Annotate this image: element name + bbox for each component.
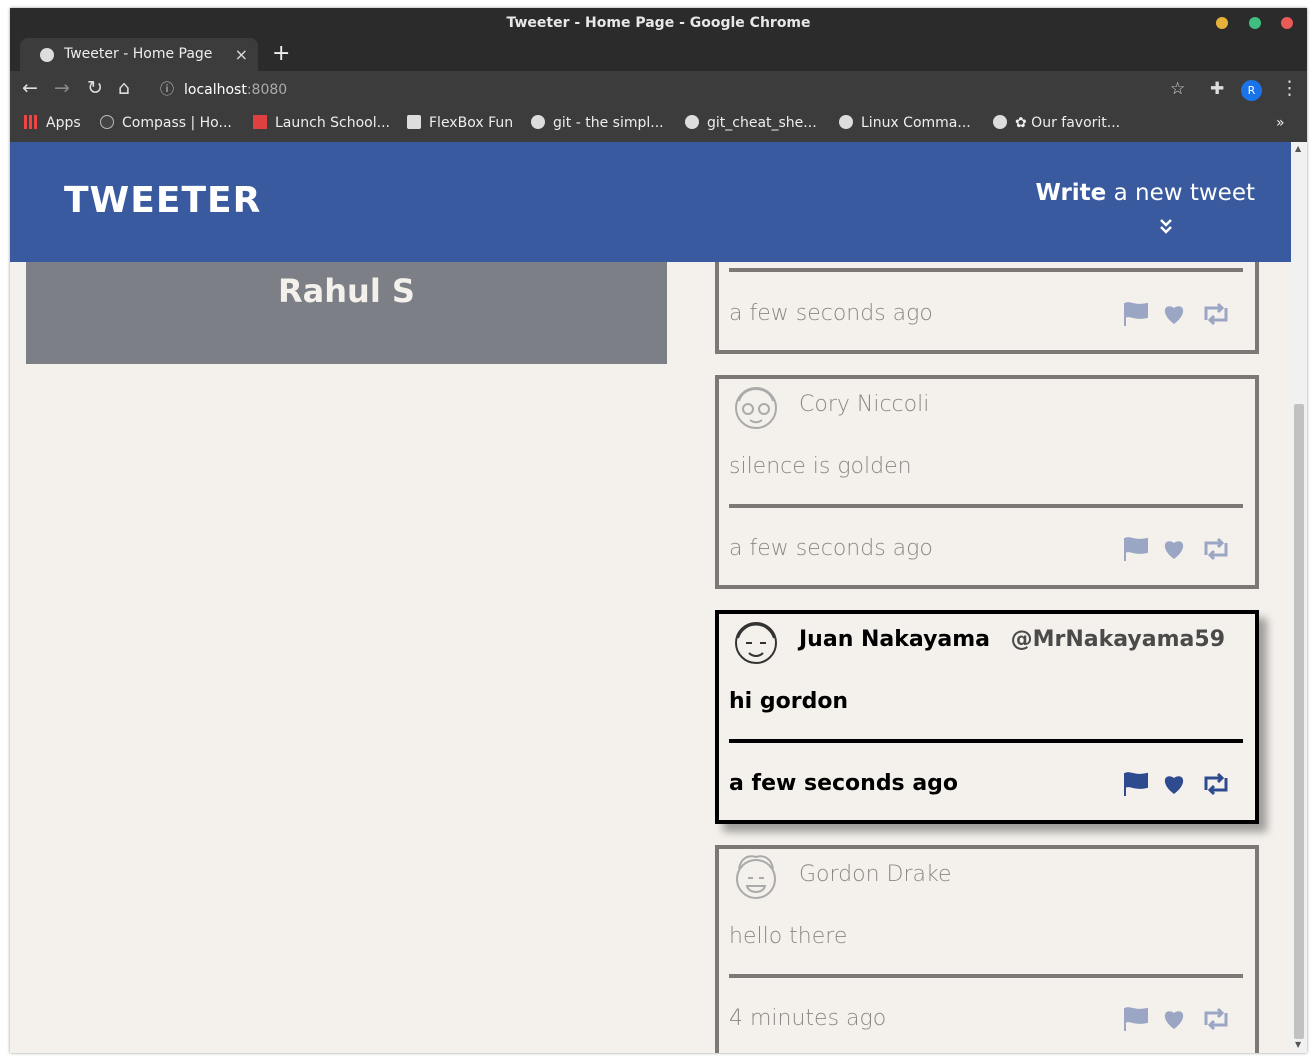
tweet-actions: [1123, 1007, 1243, 1035]
back-icon[interactable]: ←: [22, 77, 38, 99]
scrollbar-thumb[interactable]: [1294, 404, 1304, 1039]
tweet-text: silence is golden: [729, 454, 912, 479]
address-bar[interactable]: ⓘ localhost:8080: [156, 77, 1156, 103]
tab-strip: Tweeter - Home Page × +: [10, 38, 1307, 71]
close-window-button[interactable]: [1281, 17, 1293, 29]
tweet-actions: [1123, 537, 1243, 565]
scroll-down-arrow-icon[interactable]: ▼: [1295, 1040, 1301, 1049]
info-icon[interactable]: ⓘ: [160, 77, 174, 103]
bookmark-launch-school[interactable]: Launch School...: [253, 109, 390, 137]
bookmark-git-cheat[interactable]: git_cheat_she...: [685, 109, 817, 137]
globe-icon: [40, 48, 54, 62]
avatar-icon: [736, 855, 776, 899]
compose-bold: Write: [1035, 180, 1107, 206]
browser-toolbar: ← → ↻ ⌂ ⓘ localhost:8080 ☆ ✚ R ⋮: [10, 71, 1307, 109]
bookmark-git[interactable]: git - the simpl...: [531, 109, 664, 137]
tweet-actions: [1123, 772, 1243, 800]
home-icon[interactable]: ⌂: [118, 77, 130, 99]
maximize-button[interactable]: [1249, 17, 1261, 29]
page-content: Rahul S a few seconds ago Cory Niccoli s…: [10, 142, 1291, 1053]
tab-title: Tweeter - Home Page: [64, 46, 213, 62]
url-port: :8080: [246, 82, 288, 98]
tweet-card: Cory Niccoli silence is golden a few sec…: [715, 375, 1259, 589]
compose-toggle[interactable]: Write a new tweet: [1035, 180, 1255, 206]
tweet-divider: [729, 974, 1243, 978]
bookmarks-overflow[interactable]: »: [1276, 109, 1285, 137]
new-tab-button[interactable]: +: [272, 38, 290, 70]
bookmark-flexbox[interactable]: FlexBox Fun: [407, 109, 513, 137]
launch-school-icon: [253, 115, 267, 129]
retweet-icon[interactable]: [1201, 772, 1231, 800]
browser-window: Tweeter - Home Page - Google Chrome Twee…: [10, 8, 1307, 1053]
tweet-time: a few seconds ago: [729, 301, 933, 326]
heart-icon[interactable]: [1161, 537, 1187, 565]
tweet-author-name: Gordon Drake: [799, 862, 952, 887]
url-host: localhost: [184, 82, 247, 98]
globe-icon: [993, 115, 1007, 129]
compose-text: a new tweet: [1106, 180, 1255, 206]
top-nav: TWEETER Write a new tweet: [10, 142, 1291, 262]
tweet-divider: [729, 268, 1243, 272]
heart-icon[interactable]: [1161, 1007, 1187, 1035]
bookmark-apps[interactable]: Apps: [24, 109, 81, 137]
flag-icon[interactable]: [1123, 772, 1149, 800]
bookmark-favorites[interactable]: ✿ Our favorit...: [993, 109, 1120, 137]
retweet-icon[interactable]: [1201, 302, 1231, 330]
tab-tweeter[interactable]: Tweeter - Home Page ×: [20, 38, 258, 71]
bookmarks-bar: Apps Compass | Ho... Launch School... Fl…: [10, 109, 1307, 142]
scroll-up-arrow-icon[interactable]: ▲: [1295, 144, 1301, 153]
tweet-divider: [729, 504, 1243, 508]
heart-icon[interactable]: [1161, 302, 1187, 330]
bookmark-star-icon[interactable]: ☆: [1170, 79, 1185, 99]
flag-icon[interactable]: [1123, 1007, 1149, 1035]
tweet-author-name: Cory Niccoli: [799, 392, 930, 417]
tweet-author-name: Juan Nakayama: [799, 627, 991, 652]
avatar-icon: [735, 387, 777, 429]
reload-icon[interactable]: ↻: [87, 77, 103, 99]
tweet-time: a few seconds ago: [729, 771, 959, 796]
profile-avatar[interactable]: R: [1241, 80, 1262, 101]
double-chevron-down-icon[interactable]: [1159, 218, 1173, 236]
brand-logo[interactable]: TWEETER: [64, 180, 261, 221]
tweet-divider: [729, 739, 1243, 743]
flag-icon[interactable]: [1123, 537, 1149, 565]
extensions-icon[interactable]: ✚: [1210, 79, 1224, 99]
page-scrollbar[interactable]: ▲ ▼: [1291, 142, 1307, 1053]
heart-icon[interactable]: [1161, 772, 1187, 800]
bookmark-linux[interactable]: Linux Comma...: [839, 109, 971, 137]
minimize-button[interactable]: [1216, 17, 1228, 29]
retweet-icon[interactable]: [1201, 537, 1231, 565]
globe-icon: [685, 115, 699, 129]
bookmark-compass[interactable]: Compass | Ho...: [100, 109, 232, 137]
compass-icon: [100, 115, 114, 129]
tweet-text: hello there: [729, 924, 848, 949]
window-title: Tweeter - Home Page - Google Chrome: [506, 15, 811, 31]
profile-name: Rahul S: [278, 272, 415, 310]
forward-icon[interactable]: →: [54, 77, 70, 99]
tweet-time: a few seconds ago: [729, 536, 933, 561]
tweet-author-handle: @MrNakayama59: [1010, 627, 1225, 652]
tweet-actions: [1123, 302, 1243, 330]
apps-grid-icon: [24, 115, 38, 129]
flag-icon[interactable]: [1123, 302, 1149, 330]
globe-icon: [839, 115, 853, 129]
window-titlebar: Tweeter - Home Page - Google Chrome: [10, 8, 1307, 38]
close-tab-icon[interactable]: ×: [235, 38, 248, 71]
menu-kebab-icon[interactable]: ⋮: [1280, 77, 1299, 99]
flexbox-icon: [407, 115, 421, 129]
avatar-icon: [735, 622, 777, 664]
tweet-card: Gordon Drake hello there 4 minutes ago: [715, 845, 1259, 1053]
tweet-card-active: Juan Nakayama @MrNakayama59 hi gordon a …: [715, 610, 1259, 824]
tweet-time: 4 minutes ago: [729, 1006, 887, 1031]
globe-icon: [531, 115, 545, 129]
retweet-icon[interactable]: [1201, 1007, 1231, 1035]
tweet-text: hi gordon: [729, 689, 849, 714]
